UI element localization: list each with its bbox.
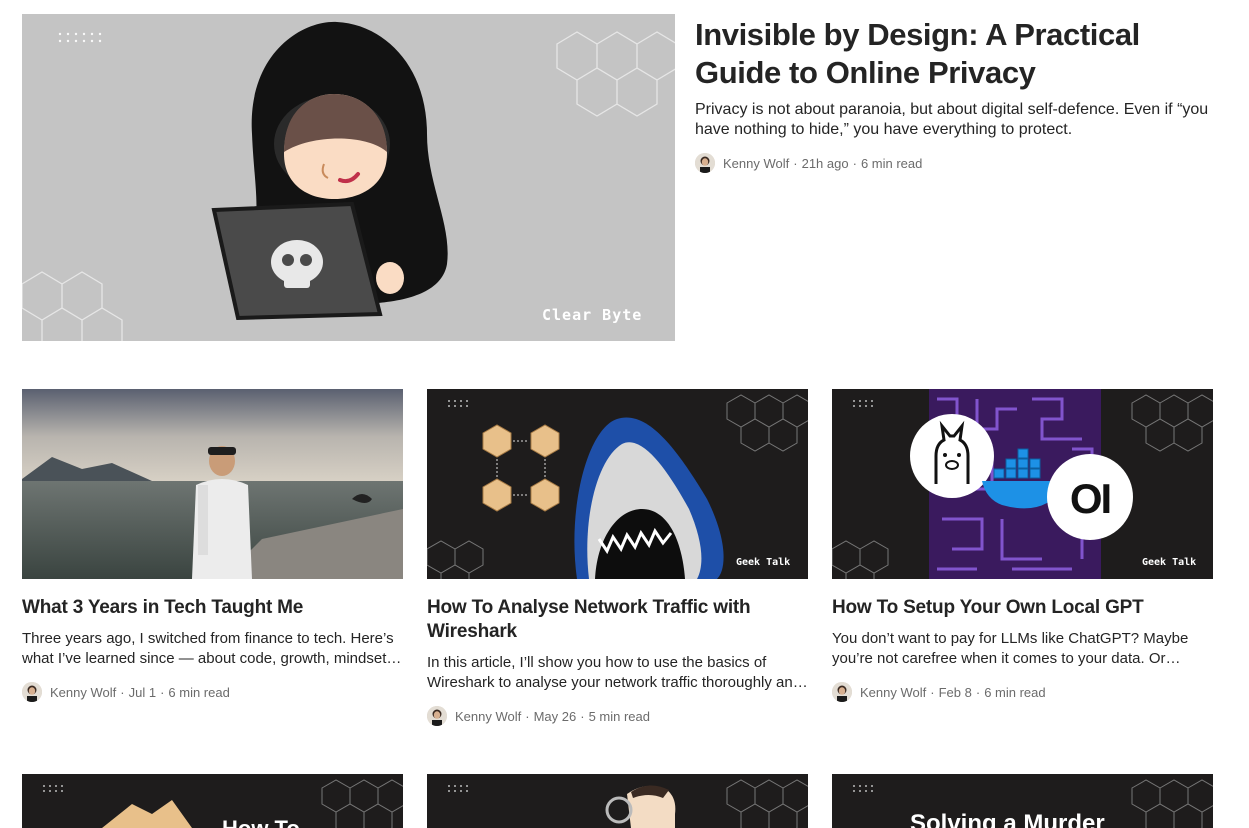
article-card-image[interactable]: How To: [22, 774, 403, 828]
read-time: 6 min read: [984, 684, 1046, 700]
separator-dot: ·: [793, 155, 798, 171]
hacker-illustration: [22, 14, 675, 341]
author-name[interactable]: Kenny Wolf: [455, 709, 521, 724]
article-card-image[interactable]: [22, 389, 403, 579]
publish-date: 21h ago: [801, 155, 849, 171]
featured-article-title[interactable]: Invisible by Design: A Practical Guide t…: [695, 16, 1225, 92]
separator-dot: ·: [525, 708, 530, 724]
image-brand-label: Clear Byte: [542, 306, 643, 324]
author-avatar[interactable]: [695, 153, 715, 173]
seaside-photo: [22, 389, 403, 579]
article-card-subtitle: Three years ago, I switched from finance…: [22, 630, 394, 667]
separator-dot: ·: [160, 684, 165, 700]
image-brand-label: Geek Talk: [736, 557, 791, 568]
article-card-image[interactable]: OI Geek Talk: [832, 389, 1213, 579]
author-name[interactable]: Kenny Wolf: [723, 156, 789, 171]
publish-date: Feb 8: [938, 684, 972, 700]
article-card-meta: Kenny Wolf · Jul 1 · 6 min read: [22, 682, 230, 702]
separator-dot: ·: [580, 708, 585, 724]
author-name[interactable]: Kenny Wolf: [50, 685, 116, 700]
read-time: 6 min read: [860, 155, 923, 171]
featured-article-image[interactable]: Clear Byte: [22, 14, 675, 341]
wireshark-illustration: [427, 389, 808, 579]
author-avatar[interactable]: [427, 706, 447, 726]
llama-logo-icon: [910, 414, 994, 498]
image-headline: Solving a Murder: [910, 810, 1105, 828]
logo-text: OI: [1069, 475, 1112, 522]
separator-dot: ·: [852, 155, 857, 171]
article-card-title[interactable]: How To Setup Your Own Local GPT: [832, 596, 1213, 620]
article-card-title[interactable]: How To Analyse Network Traffic with Wire…: [427, 596, 808, 644]
featured-article-subtitle: Privacy is not about paranoia, but about…: [695, 101, 1209, 138]
article-card-image[interactable]: Solving a Murder: [832, 774, 1213, 828]
article-card-image[interactable]: Geek Talk: [427, 389, 808, 579]
separator-dot: ·: [930, 684, 935, 700]
separator-dot: ·: [975, 684, 981, 700]
local-gpt-illustration: [832, 389, 1213, 579]
separator-dot: ·: [120, 684, 125, 700]
author-avatar[interactable]: [832, 682, 852, 702]
author-avatar[interactable]: [22, 682, 42, 702]
how-to-illustration: [22, 774, 403, 828]
author-name[interactable]: Kenny Wolf: [860, 685, 926, 700]
article-card-image[interactable]: [427, 774, 808, 828]
article-card-meta: Kenny Wolf · Feb 8 · 6 min read: [832, 682, 1046, 702]
read-time: 5 min read: [588, 708, 650, 724]
article-card-subtitle: You don’t want to pay for LLMs like Chat…: [832, 630, 1189, 667]
investigator-illustration: [427, 774, 808, 828]
publish-date: Jul 1: [128, 684, 157, 700]
image-headline: How To: [222, 816, 300, 828]
publish-date: May 26: [533, 708, 577, 724]
featured-article-meta: Kenny Wolf · 21h ago · 6 min read: [695, 153, 922, 173]
image-brand-label: Geek Talk: [1142, 557, 1197, 568]
article-card-title[interactable]: What 3 Years in Tech Taught Me: [22, 596, 403, 620]
article-card-subtitle: In this article, I’ll show you how to us…: [427, 654, 802, 691]
article-card-meta: Kenny Wolf · May 26 · 5 min read: [427, 706, 650, 726]
read-time: 6 min read: [168, 684, 230, 700]
